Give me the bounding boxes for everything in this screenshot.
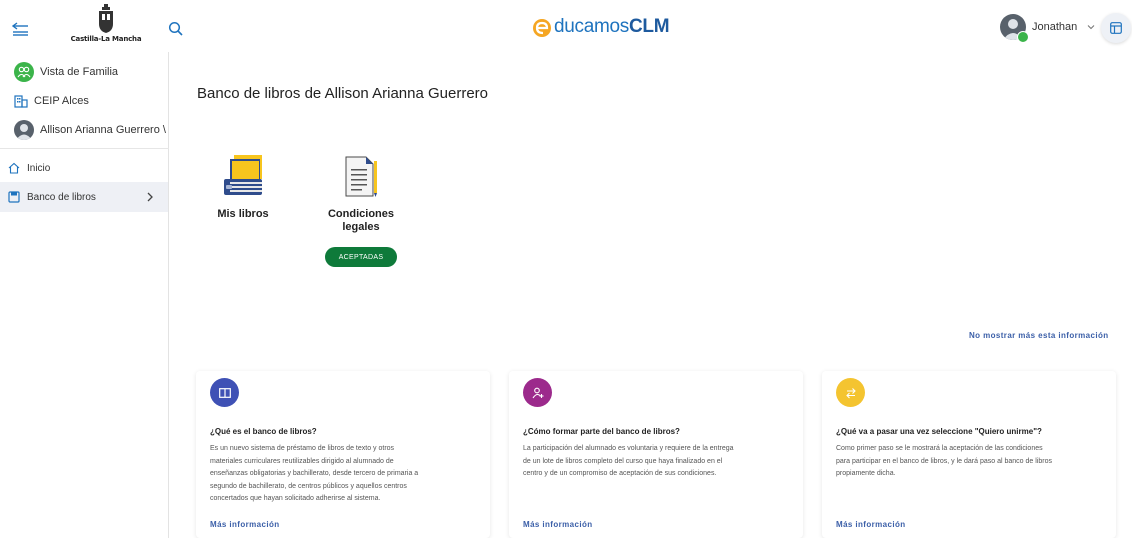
chevron-right-icon <box>147 192 153 202</box>
search-icon[interactable] <box>168 21 184 37</box>
family-icon <box>14 62 34 82</box>
student-avatar-icon <box>14 120 34 140</box>
card-body: Como primer paso se le mostrará la acept… <box>836 443 1108 481</box>
home-icon <box>8 162 20 174</box>
card-body-line: de un lote de libros completo del curso … <box>523 457 723 465</box>
chevron-down-icon <box>1087 25 1095 30</box>
context-school[interactable]: CEIP Alces <box>14 94 89 108</box>
user-menu[interactable]: Jonathan <box>1000 14 1095 40</box>
sidebar-item-label: Banco de libros <box>27 191 96 203</box>
tile-label-line1: Condiciones <box>327 208 394 220</box>
user-name: Jonathan <box>1032 21 1078 33</box>
card-body-line: concertados que hayan solicitado adherir… <box>210 495 381 502</box>
card-body-line: enseñanzas obligatorias y bachillerato, … <box>210 470 419 477</box>
sidebar-item-label: Inicio <box>27 162 51 174</box>
educamos-clm-brand[interactable]: ducamosCLM <box>531 15 670 39</box>
sidebar: Vista de Familia CEIP Alces Allison Aria… <box>0 52 169 538</box>
card-body: La participación del alumnado es volunta… <box>523 443 795 481</box>
dont-show-again-link[interactable]: No mostrar más esta información <box>969 331 1109 340</box>
brand-prefix: ducamos <box>554 16 629 37</box>
info-card-what-happens: ¿Qué va a pasar una vez seleccione "Quie… <box>822 371 1116 538</box>
sidebar-divider <box>0 148 169 149</box>
card-body-line: Es un nuevo sistema de préstamo de libro… <box>210 445 395 452</box>
sidebar-item-banco-de-libros[interactable]: Banco de libros <box>0 182 168 212</box>
tile-condiciones-legales[interactable]: Condiciones legales <box>326 155 396 234</box>
tile-label: Mis libros <box>217 208 269 220</box>
layout-icon <box>1110 22 1122 34</box>
swap-arrows-icon <box>836 378 865 407</box>
accepted-status-badge: ACEPTADAS <box>325 247 397 267</box>
layout-panel-button[interactable] <box>1101 13 1131 43</box>
school-building-icon <box>14 95 28 108</box>
logo-text: Castilla-La Mancha <box>70 35 142 43</box>
context-student[interactable]: Allison Arianna Guerrero \ <box>14 120 166 140</box>
page-title: Banco de libros de Allison Arianna Guerr… <box>197 85 489 102</box>
family-badge-icon <box>1017 31 1029 43</box>
books-icon <box>224 155 262 195</box>
castilla-la-mancha-logo[interactable]: Castilla-La Mancha <box>70 4 142 48</box>
add-person-icon <box>523 378 552 407</box>
tile-mis-libros[interactable]: Mis libros <box>208 155 278 221</box>
brand-suffix: CLM <box>629 16 670 37</box>
more-info-link[interactable]: Más información <box>836 520 906 529</box>
app-page: Castilla-La Mancha ducamosCLM Jonathan V… <box>0 0 1132 538</box>
open-book-icon <box>210 378 239 407</box>
brand-name: ducamosCLM <box>554 16 670 38</box>
info-card-what-is: ¿Qué es el banco de libros? Es un nuevo … <box>196 371 490 538</box>
collapse-sidebar-icon[interactable] <box>11 22 30 36</box>
sidebar-item-inicio[interactable]: Inicio <box>0 153 168 183</box>
card-body-line: centro y de un compromiso de aceptación … <box>523 470 717 477</box>
card-body: Es un nuevo sistema de préstamo de libro… <box>210 443 482 506</box>
book-save-icon <box>8 191 20 203</box>
card-title: ¿Cómo formar parte del banco de libros? <box>523 427 680 436</box>
card-body-line: materiales curriculares reutilizables di… <box>210 457 394 465</box>
more-info-link[interactable]: Más información <box>210 520 280 529</box>
tile-label-line2: legales <box>342 221 380 233</box>
more-info-link[interactable]: Más información <box>523 520 593 529</box>
context-family-label: Vista de Familia <box>40 66 119 78</box>
coat-of-arms-icon <box>99 4 113 33</box>
context-student-label: Allison Arianna Guerrero \ <box>40 124 166 136</box>
info-card-how-to-join: ¿Cómo formar parte del banco de libros? … <box>509 371 803 538</box>
top-header: Castilla-La Mancha ducamosCLM Jonathan <box>0 0 1132 52</box>
card-body-line: La participación del alumnado es volunta… <box>523 445 734 452</box>
brand-e-icon <box>533 19 551 37</box>
card-body-line: Como primer paso se le mostrará la acept… <box>836 445 1043 452</box>
card-body-line: para participar en el banco de libros, y… <box>836 457 1052 465</box>
context-school-label: CEIP Alces <box>34 95 89 107</box>
card-title: ¿Qué es el banco de libros? <box>210 427 317 436</box>
card-title: ¿Qué va a pasar una vez seleccione "Quie… <box>836 427 1042 436</box>
card-body-line: propiamente dicha. <box>836 470 896 477</box>
legal-document-icon <box>345 156 377 197</box>
card-body-line: segundo de bachillerato, de centros públ… <box>210 482 407 490</box>
context-family-view[interactable]: Vista de Familia <box>14 62 118 82</box>
